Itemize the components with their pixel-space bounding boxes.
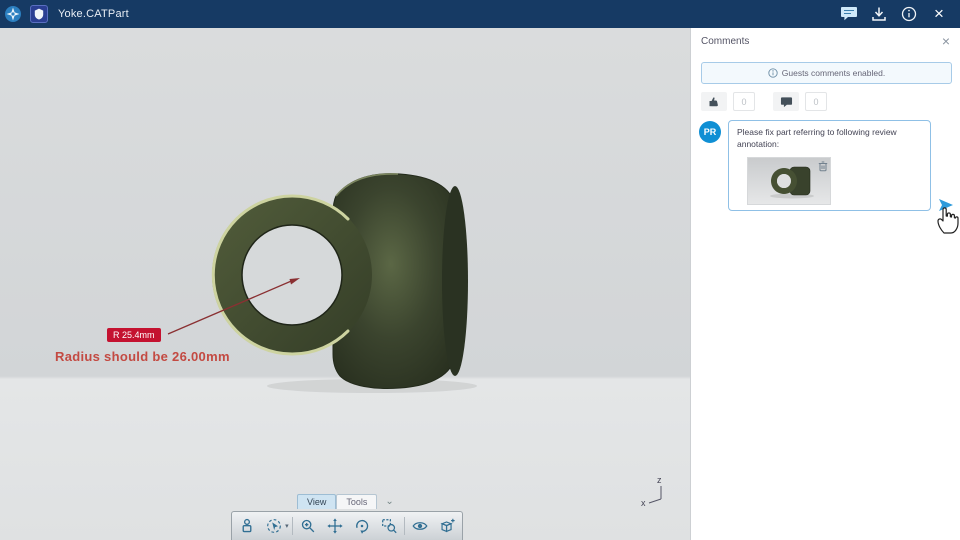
close-icon[interactable]: × [924,0,954,28]
app-window: Yoke.CATPart × R 25.4mm Radius should be… [0,0,960,540]
comment-attachment-thumbnail[interactable] [747,156,831,205]
comment-input-card[interactable]: Please fix part referring to following r… [728,120,931,211]
comments-panel-header: Comments × [691,28,960,54]
zoom-area-icon[interactable] [377,514,401,538]
like-count: 0 [733,92,755,111]
chevron-down-icon[interactable]: ⌄ [385,496,393,507]
reply-count: 0 [805,92,827,111]
titlebar: Yoke.CATPart × [0,0,960,28]
toolbar-divider [403,517,405,535]
view-toolbar: ▾ [231,511,463,540]
panel-close-icon[interactable]: × [942,34,950,48]
download-icon[interactable] [864,0,894,28]
tab-tools[interactable]: Tools [336,494,378,509]
compass-icon[interactable] [0,0,26,28]
viewport-tab-strip: View Tools ⌄ [297,494,394,509]
yoke-part-render [167,173,477,393]
titlebar-actions: × [834,0,960,28]
comment-stats-row: 0 0 [701,92,839,111]
rotate-icon[interactable] [350,514,374,538]
app-tile-icon[interactable] [26,0,52,28]
info-icon[interactable] [894,0,924,28]
thumbs-up-icon [709,97,718,107]
select-caret-icon[interactable]: ▾ [285,522,289,530]
axis-indicator: z x [640,474,678,510]
toolbar-divider [291,517,293,535]
axis-x-label: x [641,498,646,508]
pan-icon[interactable] [323,514,347,538]
zoom-icon[interactable] [296,514,320,538]
delete-attachment-icon[interactable] [817,159,829,171]
3d-viewport[interactable]: R 25.4mm Radius should be 26.00mm z x Vi… [0,28,690,540]
panel-title: Comments [701,35,750,47]
comments-panel: Comments × Guests comments enabled. 0 0 … [690,28,960,540]
comments-icon[interactable] [834,0,864,28]
guest-banner-text: Guests comments enabled. [781,68,886,78]
hand-cursor-icon [934,203,960,235]
speech-bubble-icon [780,96,792,107]
robot-icon[interactable] [235,514,259,538]
avatar: PR [699,121,721,143]
reply-count-button[interactable] [773,92,799,111]
eye-icon[interactable] [408,514,432,538]
select-icon[interactable] [262,514,286,538]
annotation-note: Radius should be 26.00mm [55,349,230,364]
axis-z-label: z [657,475,662,485]
comment-text[interactable]: Please fix part referring to following r… [737,127,922,151]
window-title: Yoke.CATPart [58,8,129,20]
like-button[interactable] [701,92,727,111]
cube-add-icon[interactable] [435,514,459,538]
tab-view[interactable]: View [297,494,337,509]
guest-comments-banner: Guests comments enabled. [701,62,952,84]
banner-info-icon [768,68,778,78]
annotation-label[interactable]: R 25.4mm [107,328,161,342]
